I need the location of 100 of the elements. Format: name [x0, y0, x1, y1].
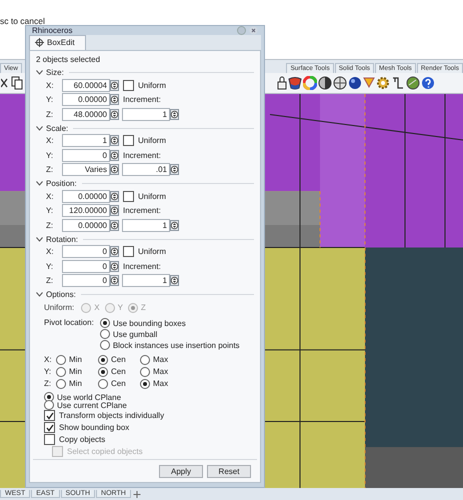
spinner-button[interactable]: [110, 190, 119, 202]
radio-button[interactable]: [100, 340, 110, 350]
checkbox-option[interactable]: Uniform: [123, 190, 166, 202]
chevron-icon[interactable]: [36, 236, 43, 242]
radio-button[interactable]: [140, 378, 150, 388]
radio-button[interactable]: [140, 366, 150, 376]
radio-button[interactable]: [44, 392, 54, 402]
checkbox-option[interactable]: Show bounding box: [44, 422, 254, 433]
cone-icon[interactable]: [363, 76, 375, 90]
spinner-button[interactable]: [110, 220, 119, 231]
increment-field[interactable]: 1: [122, 108, 170, 121]
sphere-icon[interactable]: [318, 76, 332, 90]
gear-icon[interactable]: [376, 76, 390, 90]
radio-button[interactable]: [98, 378, 108, 388]
radio-button[interactable]: [98, 366, 108, 376]
sphere-icon[interactable]: [333, 76, 347, 90]
spinner-button[interactable]: [110, 246, 119, 258]
increment-field[interactable]: 1: [122, 218, 170, 232]
panel-tab[interactable]: BoxEdit: [29, 35, 86, 50]
dialog-button[interactable]: Apply: [159, 464, 203, 478]
radio-option[interactable]: Max: [140, 354, 176, 364]
checkbox[interactable]: [123, 135, 134, 146]
radio-option[interactable]: Cen: [98, 378, 134, 388]
radio-button[interactable]: [100, 329, 110, 339]
spinner-button[interactable]: [110, 108, 119, 120]
radio-button[interactable]: [140, 354, 150, 364]
radio-button[interactable]: [44, 400, 54, 410]
number-field[interactable]: 48.00000: [62, 108, 110, 121]
spinner-button[interactable]: [110, 260, 119, 272]
checkbox[interactable]: [44, 434, 55, 445]
spinner-button[interactable]: [110, 205, 119, 216]
increment-field[interactable]: 1: [122, 274, 170, 288]
checkbox[interactable]: [44, 422, 55, 433]
spinner-button[interactable]: [110, 275, 119, 286]
radio-option[interactable]: Max: [140, 378, 176, 388]
radio-button[interactable]: [56, 378, 66, 388]
copy-icon[interactable]: [11, 76, 23, 90]
number-field[interactable]: 0: [62, 260, 110, 273]
spinner-button[interactable]: [110, 135, 119, 146]
sphere-icon[interactable]: [348, 76, 362, 90]
number-field[interactable]: 0.00000: [62, 190, 110, 203]
radio-option[interactable]: Use bounding boxes: [100, 318, 240, 328]
color-wheel-icon[interactable]: [303, 76, 317, 90]
checkbox-option[interactable]: Uniform: [123, 246, 166, 258]
spinner-button[interactable]: [170, 108, 179, 120]
radio-option[interactable]: Min: [56, 366, 92, 376]
lock-icon[interactable]: [277, 76, 287, 90]
spinner-button[interactable]: [170, 220, 179, 231]
shading-icon[interactable]: [288, 76, 302, 90]
spinner-button[interactable]: [170, 164, 179, 176]
chevron-icon[interactable]: [36, 126, 43, 130]
add-tab-icon[interactable]: [132, 490, 142, 498]
connector-icon[interactable]: [391, 76, 405, 90]
number-field[interactable]: 0.00000: [62, 218, 110, 232]
radio-button[interactable]: [98, 354, 108, 364]
number-field[interactable]: 0: [62, 245, 110, 258]
chevron-icon[interactable]: [36, 292, 43, 297]
number-field[interactable]: 0.00000: [62, 93, 110, 106]
radio-option[interactable]: Cen: [98, 354, 134, 364]
checkbox-option[interactable]: Copy objects: [44, 434, 254, 445]
axis-label: Y:: [46, 262, 54, 271]
close-icon[interactable]: [1, 76, 9, 90]
number-field[interactable]: 120.00000: [62, 204, 110, 218]
checkbox-option[interactable]: Transform objects individually: [44, 410, 254, 421]
spinner-button[interactable]: [170, 275, 179, 286]
checkbox[interactable]: [123, 80, 134, 91]
radio-option[interactable]: Cen: [98, 366, 134, 376]
radio-button[interactable]: [100, 318, 110, 328]
increment-field[interactable]: .01: [122, 163, 170, 176]
radio-option[interactable]: Max: [140, 366, 176, 376]
section-title: Rotation:: [46, 234, 78, 244]
radio-button[interactable]: [56, 366, 66, 376]
globe-icon[interactable]: [406, 76, 420, 90]
number-field[interactable]: 0: [62, 148, 110, 162]
checkbox[interactable]: [123, 246, 134, 258]
number-field[interactable]: 1: [62, 134, 110, 148]
checkbox-option[interactable]: Uniform: [123, 80, 166, 91]
spinner-button[interactable]: [110, 164, 119, 176]
number-field[interactable]: 0: [62, 274, 110, 288]
number-field[interactable]: 60.00004: [62, 78, 110, 92]
radio-option[interactable]: Min: [56, 354, 92, 364]
target-icon: [35, 38, 44, 47]
chevron-icon[interactable]: [36, 70, 43, 75]
spinner-button[interactable]: [110, 80, 119, 91]
checkbox[interactable]: [44, 410, 55, 421]
help-icon[interactable]: [421, 76, 435, 90]
spinner-button[interactable]: [110, 150, 119, 161]
dialog-button[interactable]: Reset: [207, 464, 251, 478]
spinner-button[interactable]: [110, 94, 119, 106]
checkbox[interactable]: [123, 190, 134, 202]
radio-option[interactable]: Block instances use insertion points: [100, 340, 240, 350]
axis-label: Y:: [46, 95, 54, 104]
checkbox-option[interactable]: Uniform: [123, 135, 166, 146]
number-field[interactable]: Varies: [62, 163, 110, 176]
increment-label: Increment:: [123, 262, 161, 271]
radio-option[interactable]: Use gumball: [100, 329, 240, 339]
radio-option[interactable]: Min: [56, 378, 92, 388]
radio-button[interactable]: [56, 354, 66, 364]
section-title: Scale:: [46, 124, 68, 132]
chevron-icon[interactable]: [36, 181, 43, 186]
